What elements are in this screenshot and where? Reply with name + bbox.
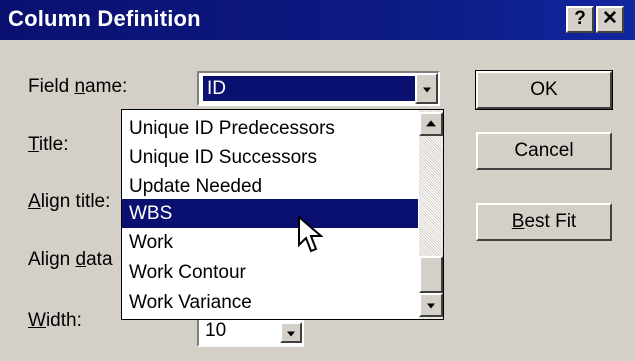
close-icon: ✕ xyxy=(602,8,618,29)
list-scrollbar[interactable] xyxy=(419,110,443,319)
list-item-selected[interactable]: WBS xyxy=(122,199,418,228)
field-name-combobox[interactable]: ID xyxy=(197,71,440,106)
list-item[interactable]: Unique ID Predecessors xyxy=(122,114,418,143)
width-spin-button[interactable] xyxy=(280,322,302,343)
ok-button[interactable]: OK xyxy=(475,70,613,110)
best-fit-button[interactable]: Best Fit xyxy=(476,203,612,241)
cancel-button[interactable]: Cancel xyxy=(476,132,612,170)
field-name-dropdown-list[interactable]: Unique ID Predecessors Unique ID Success… xyxy=(121,109,444,320)
mouse-pointer-icon xyxy=(298,215,323,253)
list-item[interactable]: Unique ID Successors xyxy=(122,143,418,172)
list-item[interactable]: Work Contour xyxy=(122,258,418,287)
spin-down-icon xyxy=(287,331,295,336)
list-item[interactable]: Work Variance xyxy=(122,288,418,317)
scroll-down-icon xyxy=(427,303,435,309)
scroll-thumb[interactable] xyxy=(419,256,443,293)
width-label: Width: xyxy=(28,310,82,331)
column-definition-dialog: Column Definition ? ✕ Field name: Title:… xyxy=(0,0,635,361)
list-item[interactable]: Update Needed xyxy=(122,172,418,201)
scroll-down-button[interactable] xyxy=(419,293,443,317)
align-data-label: Align data xyxy=(28,249,113,270)
field-name-label: Field name: xyxy=(28,76,128,97)
scroll-up-button[interactable] xyxy=(419,112,443,136)
close-button[interactable]: ✕ xyxy=(596,6,624,33)
title-label: Title: xyxy=(28,134,69,155)
title-bar[interactable]: Column Definition ? ✕ xyxy=(0,0,635,40)
scroll-up-icon xyxy=(426,120,436,127)
width-value[interactable]: 10 xyxy=(205,320,226,342)
chevron-down-icon xyxy=(422,87,431,92)
field-name-dropdown-button[interactable] xyxy=(415,73,438,104)
window-title: Column Definition xyxy=(8,6,201,31)
list-item[interactable]: Work xyxy=(122,228,418,257)
field-name-value[interactable]: ID xyxy=(203,76,415,101)
width-spinner[interactable]: 10 xyxy=(197,316,304,347)
align-title-label: Align title: xyxy=(28,191,111,212)
help-icon: ? xyxy=(574,8,586,29)
help-button[interactable]: ? xyxy=(566,6,594,33)
